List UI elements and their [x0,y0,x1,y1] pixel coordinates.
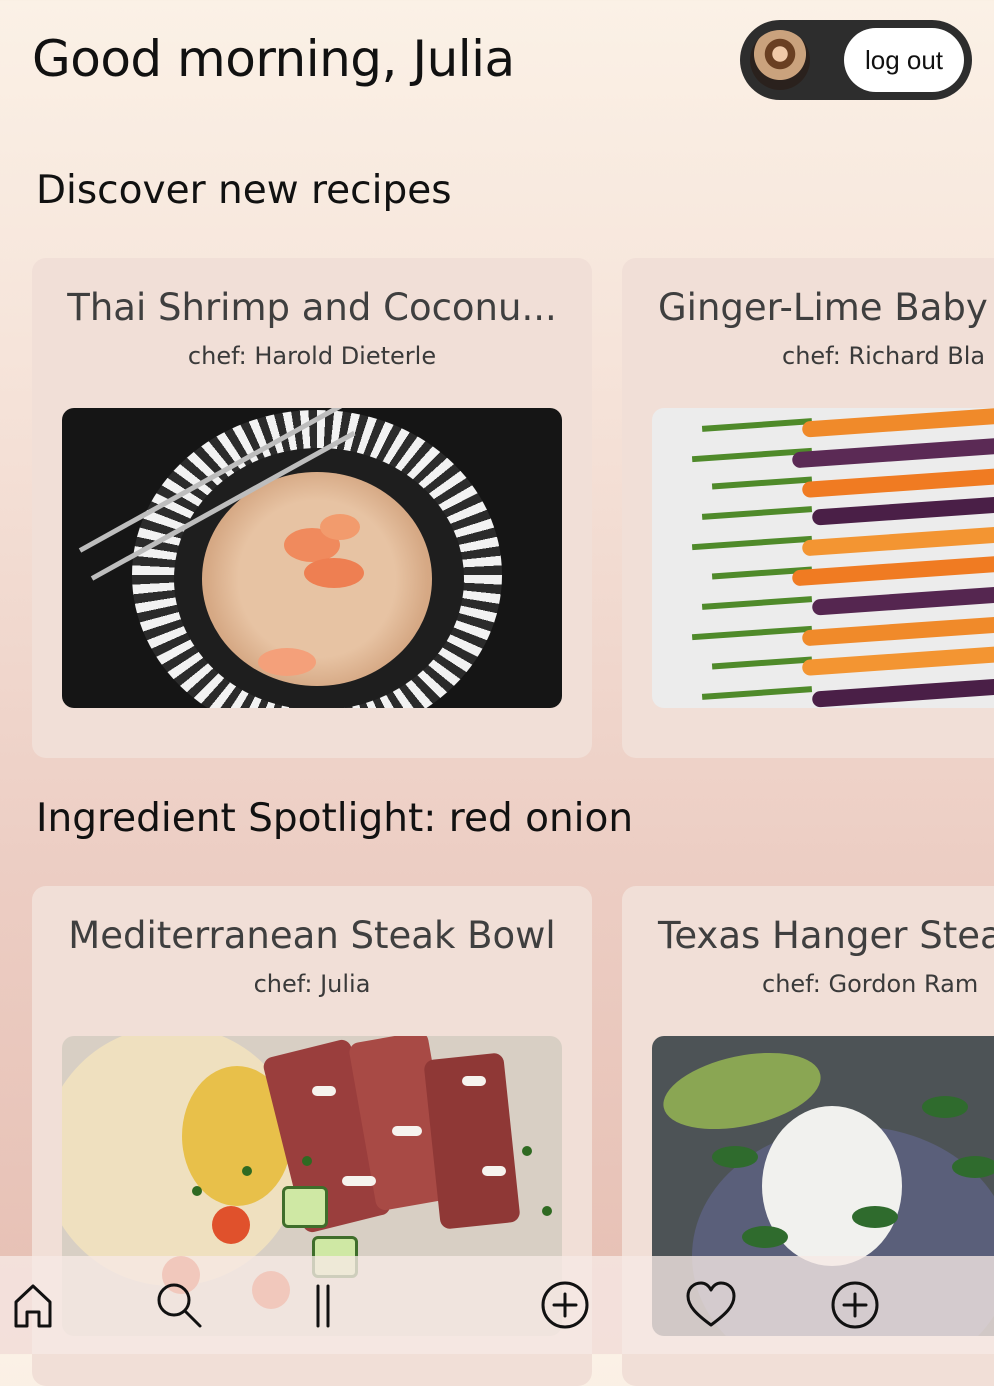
greeting-title: Good morning, Julia [32,30,515,88]
home-icon[interactable] [4,1276,62,1334]
recipe-photo [652,408,994,708]
account-pill: log out [740,20,972,100]
recipe-card-title: Mediterranean Steak Bowl [68,914,556,957]
recipe-card-chef: chef: Julia [253,970,371,998]
recipe-card-title: Texas Hanger Stea [658,914,994,957]
plus-circle-icon[interactable] [826,1276,884,1334]
recipe-photo [62,408,562,708]
heart-icon[interactable] [682,1276,740,1334]
recipe-card[interactable]: Ginger-Lime Baby chef: Richard Bla [622,258,994,758]
avatar[interactable] [750,30,810,90]
recipe-card-chef: chef: Gordon Ram [762,970,979,998]
bottom-nav [0,1256,994,1354]
plus-circle-icon[interactable] [536,1276,594,1334]
recipe-card-chef: chef: Harold Dieterle [187,342,437,370]
discover-section-title: Discover new recipes [36,168,452,213]
recipe-card-title: Ginger-Lime Baby [658,286,988,329]
pause-icon[interactable] [294,1276,352,1334]
search-icon[interactable] [150,1276,208,1334]
recipe-card[interactable]: Thai Shrimp and Coconu... chef: Harold D… [32,258,592,758]
recipe-card-title: Thai Shrimp and Coconu... [67,286,557,329]
recipe-card-chef: chef: Richard Bla [782,342,986,370]
logout-button[interactable]: log out [844,28,964,92]
spotlight-section-title: Ingredient Spotlight: red onion [36,796,634,841]
